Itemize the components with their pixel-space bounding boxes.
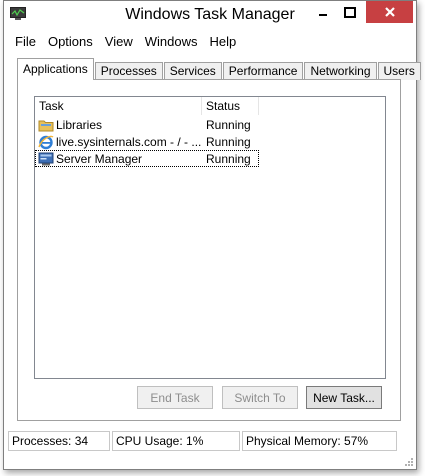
new-task-label: New Task... bbox=[313, 390, 375, 405]
switch-to-label: Switch To bbox=[234, 390, 286, 405]
folder-icon bbox=[38, 120, 54, 131]
task-row[interactable]: Libraries Running bbox=[35, 116, 259, 133]
task-status: Running bbox=[206, 134, 251, 149]
task-name: live.sysinternals.com - / - ... bbox=[56, 134, 202, 149]
server-manager-icon bbox=[38, 152, 54, 165]
end-task-label: End Task bbox=[150, 390, 200, 405]
switch-to-button[interactable]: Switch To bbox=[222, 386, 298, 409]
close-icon bbox=[384, 7, 395, 17]
task-name: Server Manager bbox=[56, 151, 143, 166]
status-bar: Processes: 34 CPU Usage: 1% Physical Mem… bbox=[4, 431, 416, 453]
task-status: Running bbox=[206, 151, 251, 166]
task-status: Running bbox=[206, 117, 251, 132]
close-button[interactable] bbox=[366, 1, 413, 23]
tab-networking[interactable]: Networking bbox=[304, 62, 377, 80]
column-header-task[interactable]: Task bbox=[35, 97, 202, 115]
minimize-icon bbox=[318, 14, 327, 16]
column-header-status[interactable]: Status bbox=[202, 97, 259, 115]
applications-panel: Task Status Libraries Running live.sysin… bbox=[17, 79, 401, 421]
menu-file[interactable]: File bbox=[9, 32, 42, 52]
resize-grip-icon[interactable] bbox=[404, 457, 414, 467]
status-physical-memory: Physical Memory: 57% bbox=[242, 431, 397, 451]
menu-help[interactable]: Help bbox=[203, 32, 242, 52]
menu-bar: File Options View Windows Help bbox=[9, 32, 242, 52]
menu-options[interactable]: Options bbox=[42, 32, 99, 52]
tab-services[interactable]: Services bbox=[163, 62, 222, 80]
task-cell: Libraries bbox=[35, 117, 202, 133]
maximize-icon bbox=[343, 6, 356, 18]
task-cell: live.sysinternals.com - / - ... bbox=[35, 134, 202, 150]
task-name: Libraries bbox=[56, 117, 103, 132]
tab-applications[interactable]: Applications bbox=[17, 58, 94, 80]
end-task-button[interactable]: End Task bbox=[137, 386, 213, 409]
menu-view[interactable]: View bbox=[99, 32, 139, 52]
tab-processes[interactable]: Processes bbox=[94, 62, 163, 80]
list-header: Task Status bbox=[35, 97, 259, 115]
new-task-button[interactable]: New Task... bbox=[306, 386, 382, 409]
task-row[interactable]: live.sysinternals.com - / - ... Running bbox=[35, 133, 259, 150]
tab-performance[interactable]: Performance bbox=[222, 62, 304, 80]
maximize-button[interactable] bbox=[336, 1, 363, 23]
minimize-button[interactable] bbox=[309, 1, 336, 23]
tab-strip: Applications Processes Services Performa… bbox=[17, 58, 422, 80]
title-bar[interactable]: Windows Task Manager bbox=[4, 1, 416, 31]
internet-explorer-icon bbox=[38, 135, 54, 149]
task-cell: Server Manager bbox=[35, 151, 202, 167]
task-list[interactable]: Task Status Libraries Running live.sysin… bbox=[34, 96, 386, 379]
status-processes: Processes: 34 bbox=[8, 431, 110, 451]
status-cpu-usage: CPU Usage: 1% bbox=[112, 431, 240, 451]
task-row[interactable]: Server Manager Running bbox=[35, 150, 259, 167]
tab-users[interactable]: Users bbox=[377, 62, 421, 80]
task-manager-window: Windows Task Manager File Options View W… bbox=[3, 0, 421, 470]
menu-windows[interactable]: Windows bbox=[139, 32, 204, 52]
